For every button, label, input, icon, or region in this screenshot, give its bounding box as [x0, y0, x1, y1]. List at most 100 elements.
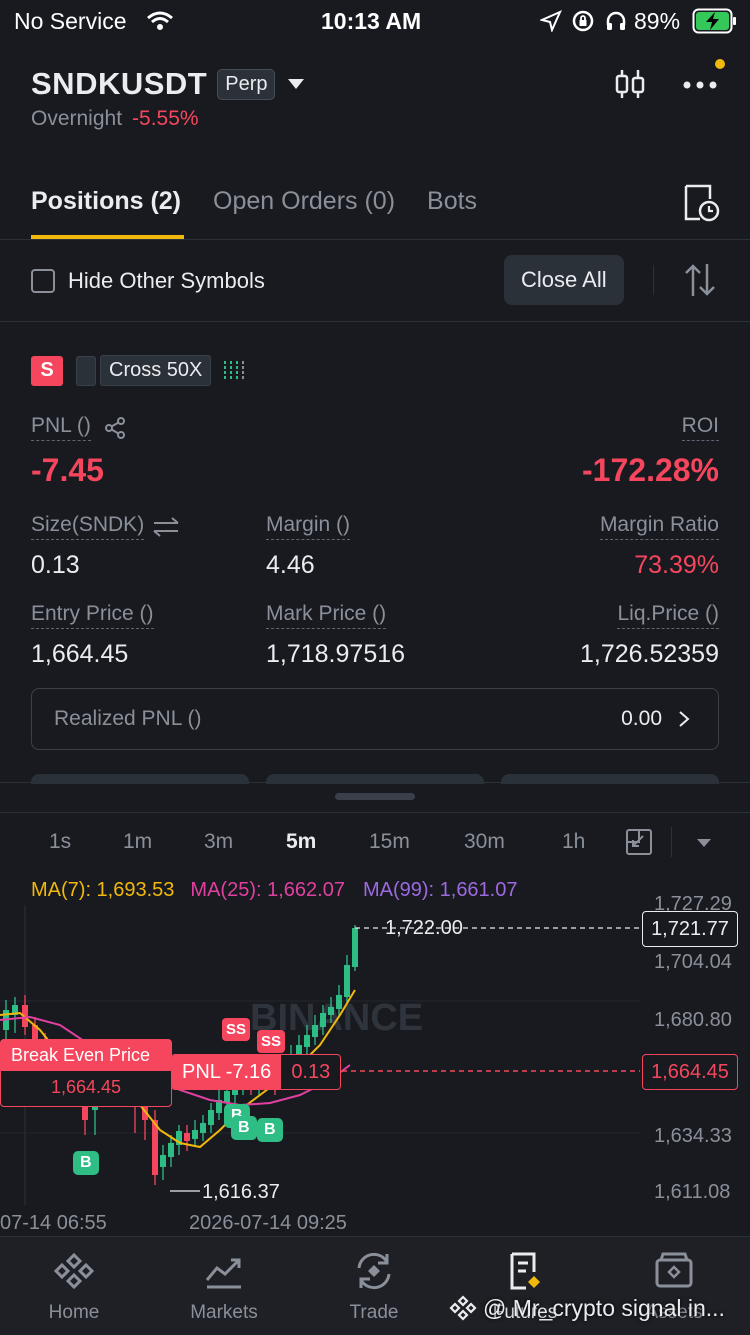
- binance-small-logo-icon: [449, 1295, 477, 1321]
- candle-body: [200, 1123, 206, 1133]
- ma7-label: MA(7): 1,693.53: [31, 879, 175, 901]
- mark-price-value: 1,718.97516: [266, 640, 406, 668]
- entry-price-tag: 1,664.45: [642, 1054, 738, 1090]
- candle-body: [168, 1143, 174, 1157]
- margin-value: 4.46: [266, 551, 315, 579]
- buy-marker[interactable]: B: [73, 1151, 99, 1175]
- nav-trade[interactable]: Trade: [319, 1250, 429, 1324]
- break-even-box[interactable]: Break Even Price 1,664.45: [0, 1039, 172, 1107]
- candle-body: [208, 1110, 214, 1125]
- carrier-text: No Service: [14, 8, 127, 34]
- user-watermark: @ Mr_crypto signal in...: [449, 1294, 725, 1322]
- chart-top-divider: [0, 812, 750, 813]
- time-axis-1: 2026-07-14 09:25: [189, 1212, 347, 1234]
- timeframe-1s[interactable]: 1s: [49, 830, 71, 854]
- order-history-icon[interactable]: [682, 183, 720, 223]
- battery-percent: 89%: [634, 8, 681, 34]
- timeframe-1m[interactable]: 1m: [123, 830, 152, 854]
- candlestick-chart-icon[interactable]: [612, 66, 648, 102]
- nav-trade-label: Trade: [349, 1302, 399, 1323]
- liq-price-label: Liq.Price (): [617, 602, 719, 629]
- candle-body: [312, 1025, 318, 1037]
- pnl-position-tag[interactable]: PNL -7.16 0.13: [171, 1054, 342, 1090]
- tabs-divider: [0, 239, 750, 240]
- candle-body: [304, 1035, 310, 1047]
- futures-doc-icon: [510, 1252, 540, 1290]
- binance-logo-icon: [53, 1252, 95, 1290]
- trade-exchange-icon: [357, 1252, 391, 1290]
- realized-pnl-value: 0.00: [621, 707, 662, 730]
- size-label-group: Size(SNDK): [31, 513, 180, 540]
- margin-label: Margin (): [266, 513, 351, 540]
- nav-home[interactable]: Home: [19, 1250, 129, 1324]
- timeframe-5m[interactable]: 5m: [286, 830, 316, 854]
- signal-bars-icon: [224, 360, 245, 381]
- hide-other-checkbox[interactable]: [31, 269, 55, 293]
- chart-line-icon: [205, 1258, 241, 1289]
- tab-open-orders[interactable]: Open Orders (0): [213, 187, 395, 216]
- price-axis-4: 1,611.08: [654, 1181, 731, 1203]
- close-all-button[interactable]: Close All: [504, 255, 624, 305]
- margin-ratio-value: 73.39%: [634, 551, 719, 579]
- drag-handle[interactable]: [335, 793, 415, 800]
- candle-body: [336, 995, 342, 1009]
- ma25-label: MA(25): 1,662.07: [190, 879, 345, 901]
- share-icon[interactable]: [103, 416, 127, 440]
- low-price-label: 1,616.37: [202, 1181, 280, 1203]
- sell-marker[interactable]: SS: [222, 1018, 251, 1041]
- wallet-icon: [655, 1252, 693, 1288]
- rotation-lock-icon: [572, 10, 594, 32]
- hide-other-label: Hide Other Symbols: [68, 268, 265, 293]
- ma99-label: MA(99): 1,661.07: [362, 879, 518, 901]
- timeframe-30m[interactable]: 30m: [464, 830, 505, 854]
- realized-pnl-row[interactable]: Realized PNL () 0.00: [31, 688, 719, 750]
- position-size-tag: 0.13: [291, 1061, 331, 1083]
- chart-layout-icon[interactable]: [625, 828, 653, 856]
- position-badges: S Cross 50X: [31, 355, 249, 386]
- sell-marker[interactable]: SS: [257, 1030, 286, 1053]
- timeframe-1h[interactable]: 1h: [562, 830, 585, 854]
- location-arrow-icon: [540, 10, 562, 32]
- short-side-badge: S: [31, 355, 63, 386]
- session-info: Overnight -5.55%: [31, 107, 199, 131]
- symbol-selector[interactable]: SNDKUSDT Perp: [31, 66, 305, 102]
- price-axis-1: 1,704.04: [654, 951, 732, 973]
- price-axis-3: 1,634.33: [654, 1125, 732, 1147]
- timeframe-3m[interactable]: 3m: [204, 830, 233, 854]
- more-timeframes-icon[interactable]: [695, 837, 713, 849]
- candle-body: [320, 1013, 326, 1027]
- pnl-value: -7.45: [31, 452, 104, 488]
- price-axis-2: 1,680.80: [654, 1009, 732, 1031]
- tab-bots[interactable]: Bots: [427, 187, 477, 216]
- sort-icon[interactable]: [683, 262, 717, 298]
- price-change: -5.55%: [132, 107, 199, 130]
- current-price-tag: 1,721.77: [642, 911, 738, 947]
- notification-dot: [715, 59, 725, 69]
- wifi-icon: [147, 11, 173, 30]
- timeframe-15m[interactable]: 15m: [369, 830, 410, 854]
- size-label: Size(SNDK): [31, 513, 145, 540]
- tab-positions[interactable]: Positions (2): [31, 187, 181, 216]
- time-axis-0: 07-14 06:55: [0, 1212, 107, 1234]
- buy-marker[interactable]: B: [257, 1118, 283, 1142]
- filter-divider-line: [0, 321, 750, 322]
- timeframe-divider: [671, 827, 672, 857]
- entry-price-value: 1,664.45: [31, 640, 129, 668]
- entry-price-label: Entry Price (): [31, 602, 154, 629]
- candle-body: [224, 1091, 230, 1103]
- symbol-name: SNDKUSDT: [31, 66, 208, 101]
- margin-mode-badge[interactable]: Cross 50X: [100, 355, 212, 386]
- margin-ratio-label: Margin Ratio: [599, 513, 719, 540]
- buy-marker[interactable]: B: [231, 1116, 257, 1140]
- ma-indicators: MA(7): 1,693.53 MA(25): 1,662.07 MA(99):…: [31, 879, 517, 902]
- candle-body: [352, 928, 358, 967]
- swap-unit-icon[interactable]: [152, 516, 180, 537]
- symbol-tag-badge: [76, 355, 96, 386]
- caret-down-icon: [288, 79, 305, 89]
- pnl-tag-label: PNL -7.16: [172, 1055, 282, 1089]
- nav-markets[interactable]: Markets: [169, 1250, 279, 1324]
- nav-home-label: Home: [48, 1302, 100, 1323]
- more-options-icon[interactable]: [680, 70, 724, 100]
- candle-body: [192, 1130, 198, 1139]
- hide-other-symbols-toggle[interactable]: Hide Other Symbols: [31, 268, 265, 294]
